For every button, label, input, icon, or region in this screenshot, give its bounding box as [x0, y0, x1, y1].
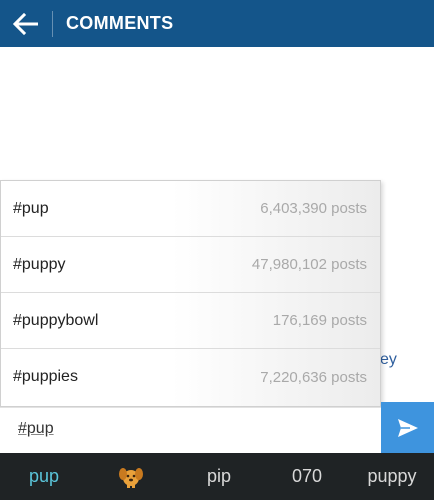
keyboard-suggestion-pip[interactable]: pip: [174, 466, 264, 487]
hashtag-suggestion-item[interactable]: #pup 6,403,390 posts: [1, 181, 380, 237]
back-arrow-icon: [13, 12, 38, 35]
dog-emoji-icon: [119, 467, 143, 488]
send-icon: [397, 419, 418, 437]
hashtag-suggestion-item[interactable]: #puppy 47,980,102 posts: [1, 237, 380, 293]
hashtag-label: #puppies: [13, 368, 78, 385]
hashtag-label: #puppybowl: [13, 311, 99, 329]
post-count: 7,220,636 posts: [260, 368, 367, 386]
comment-input[interactable]: #pup: [18, 420, 54, 438]
hashtag-suggestion-item[interactable]: #puppies 7,220,636 posts: [1, 349, 380, 405]
post-count: 176,169 posts: [272, 312, 367, 329]
keyboard-suggestion-puppy[interactable]: puppy: [350, 466, 434, 487]
page-title: COMMENTS: [66, 13, 174, 33]
back-button[interactable]: [0, 0, 52, 47]
hashtag-suggestion-item[interactable]: #puppybowl 176,169 posts: [1, 293, 380, 349]
keyboard-suggestion-pup[interactable]: pup: [0, 466, 88, 487]
hashtag-label: #pup: [13, 199, 49, 217]
hashtag-suggestions: #pup 6,403,390 posts #puppy 47,980,102 p…: [0, 180, 381, 407]
hashtag-label: #puppy: [13, 255, 66, 273]
app-header: COMMENTS: [0, 0, 434, 47]
header-divider: [52, 10, 53, 37]
post-count: 47,980,102 posts: [251, 256, 367, 273]
keyboard-suggestion-bar: pup pip 070 puppy: [0, 453, 434, 500]
comment-text-fragment: ey: [380, 351, 397, 368]
send-button[interactable]: [381, 402, 434, 454]
keyboard-suggestion-dog-emoji[interactable]: [88, 465, 174, 489]
comment-composer: #pup: [0, 402, 434, 454]
post-count: 6,403,390 posts: [260, 200, 367, 217]
keyboard-suggestion-070[interactable]: 070: [264, 466, 350, 487]
